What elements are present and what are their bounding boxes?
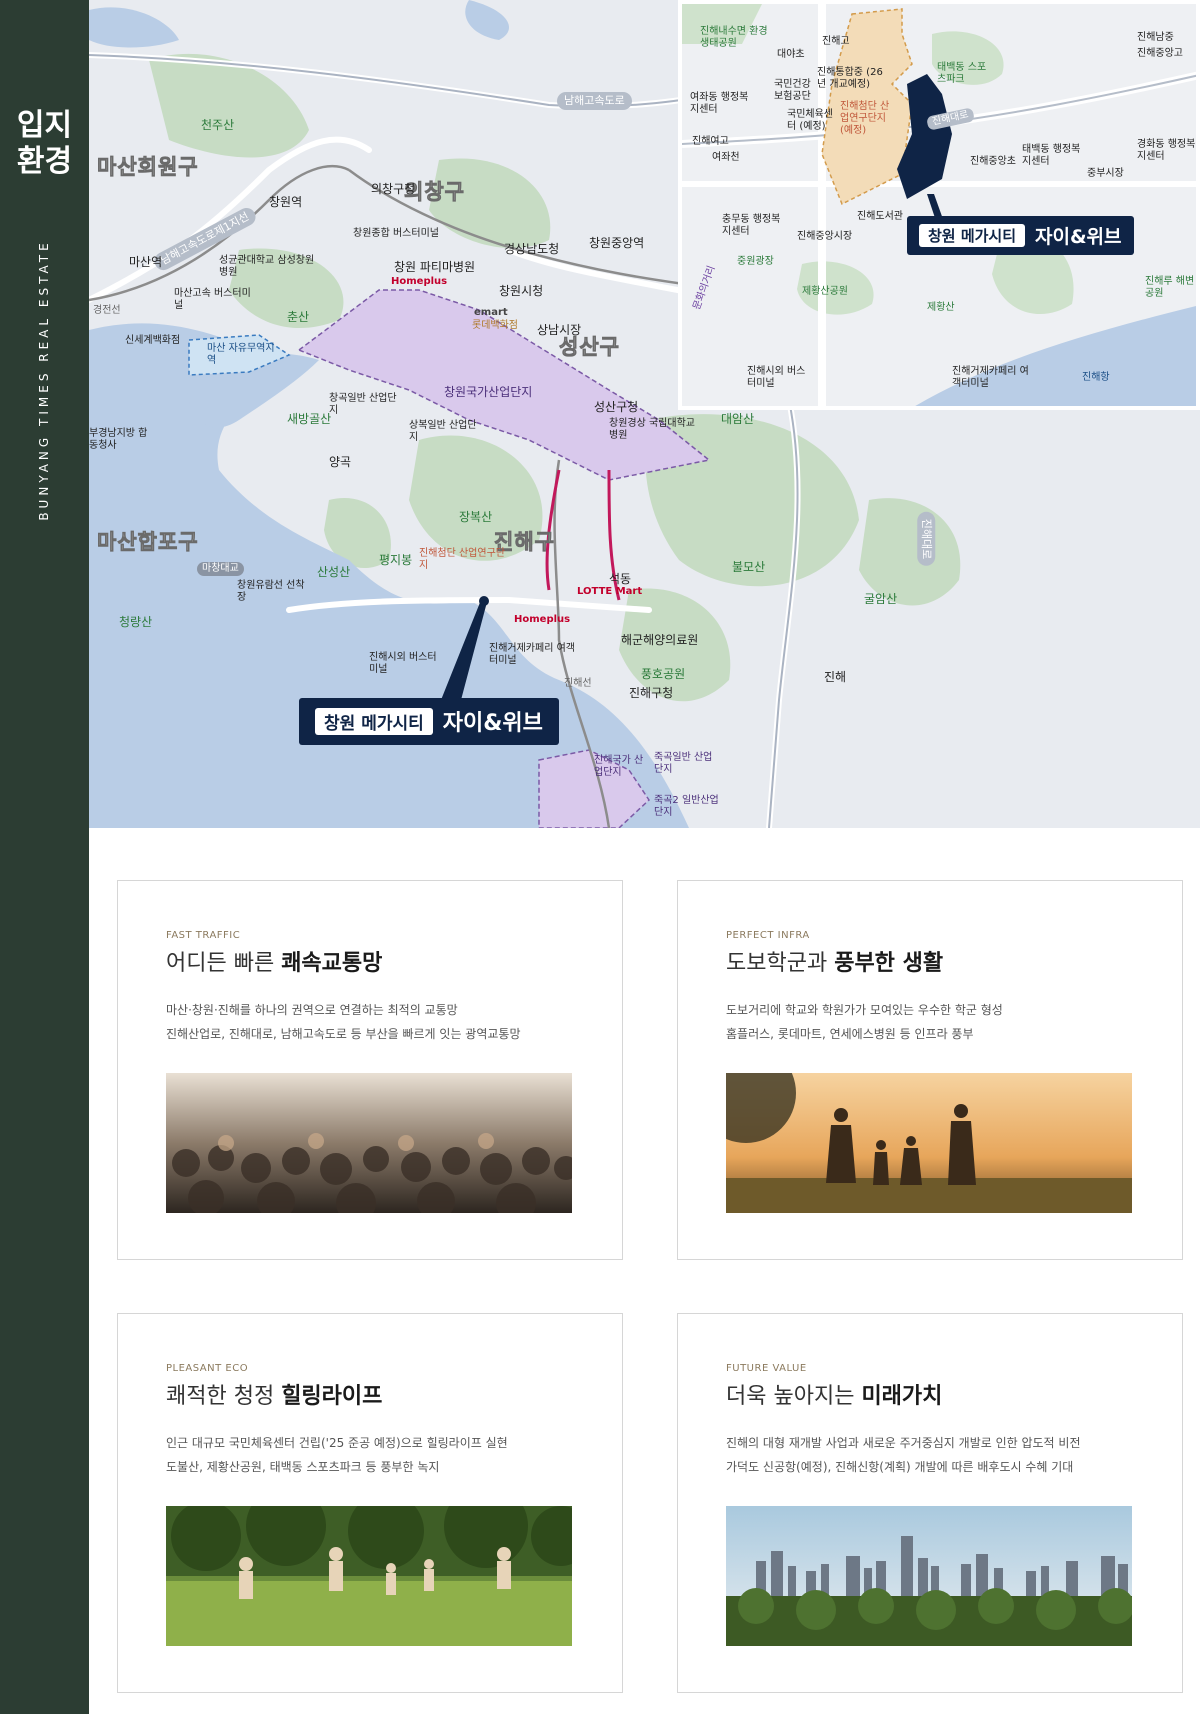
- inset-place-18: 진해중앙시장: [797, 231, 853, 242]
- page-title: 입지 환경: [0, 108, 89, 180]
- inset-callout-name: 자이&위브: [1035, 226, 1122, 248]
- card-eyebrow: PERFECT INFRA: [726, 930, 810, 941]
- inset-place-5: 여좌동 행정복지센터: [690, 92, 749, 115]
- card-heading-bold: 쾌속교통망: [281, 951, 383, 976]
- family-photo: [726, 1073, 1132, 1213]
- vertical-brand-text: BUNYANG TIMES REAL ESTATE: [37, 239, 51, 521]
- inset-place-17: 충무동 행정복지센터: [722, 214, 781, 237]
- callout-chip: 창원 메가시티: [315, 707, 433, 735]
- inset-map: 진해내수면 환경생태공원 진해고 대야초 국민건강 보험공단 진해통합중 (26…: [678, 0, 1200, 410]
- location-map: 남해고속도로 남해고속도로제1지선 진해대로 마산회원구 의창구 성산구 마산합…: [89, 0, 1200, 828]
- card-heading-light: 도보학군과: [726, 951, 835, 976]
- title-line-1: 입지: [16, 108, 73, 143]
- card-heading-light: 더욱 높아지는: [726, 1384, 862, 1409]
- card-desc-1: 인근 대규모 국민체육센터 건립('25 준공 예정)으로 힐링라이프 실현: [166, 1436, 508, 1450]
- inset-place-1: 진해고: [822, 36, 850, 47]
- feature-card-infra: PERFECT INFRA 도보학군과 풍부한 생활 도보거리에 학교와 학원가…: [677, 880, 1183, 1260]
- callout-name: 자이&위브: [442, 711, 543, 736]
- inset-place-15: 중부시장: [1087, 168, 1124, 179]
- inset-place-6: 국민체육센터 (예정): [787, 109, 833, 132]
- card-desc-1: 진해의 대형 재개발 사업과 새로운 주거중심지 개발로 인한 압도적 비전: [726, 1436, 1081, 1450]
- card-heading-bold: 힐링라이프: [281, 1384, 383, 1409]
- card-desc-2: 가덕도 신공항(예정), 진해신항(계획) 개발에 따른 배후도시 수혜 기대: [726, 1460, 1074, 1474]
- crowd-photo: [166, 1073, 572, 1213]
- inset-place-10: 태백동 스포츠파크: [937, 62, 987, 85]
- inset-place-19: 진해도서관: [857, 211, 903, 222]
- card-heading-light: 어디든 빠른: [166, 951, 282, 976]
- city-skyline-photo: [726, 1506, 1132, 1646]
- inset-place-16: 경화동 행정복지센터: [1137, 139, 1196, 162]
- card-heading: 도보학군과 풍부한 생활: [726, 945, 943, 977]
- feature-card-eco: PLEASANT ECO 쾌적한 청정 힐링라이프 인근 대규모 국민체육센터 …: [117, 1313, 623, 1693]
- inset-callout-chip: 창원 메가시티: [919, 224, 1026, 247]
- inset-place-8: 진해여고: [692, 136, 729, 147]
- card-desc-2: 홈플러스, 롯데마트, 연세에스병원 등 인프라 풍부: [726, 1027, 974, 1041]
- inset-place-14: 태백동 행정복지센터: [1022, 144, 1081, 167]
- inset-place-24: 진해시외 버스터미널: [747, 366, 806, 389]
- inset-place-0: 진해내수면 환경생태공원: [700, 26, 768, 49]
- inset-place-13: 진해중앙초: [970, 156, 1016, 167]
- site-callout: 창원 메가시티 자이&위브: [299, 698, 559, 745]
- inset-place-20: 중원광장: [737, 256, 774, 267]
- card-eyebrow: FAST TRAFFIC: [166, 930, 241, 941]
- inset-place-23: 진해루 해변공원: [1145, 276, 1195, 299]
- card-heading-light: 쾌적한 청정: [166, 1384, 282, 1409]
- inset-place-9: 여좌천: [712, 152, 740, 163]
- card-desc-1: 마산·창원·진해를 하나의 권역으로 연결하는 최적의 교통망: [166, 1003, 458, 1017]
- feature-card-traffic: FAST TRAFFIC 어디든 빠른 쾌속교통망 마산·창원·진해를 하나의 …: [117, 880, 623, 1260]
- kids-playing-photo: [166, 1506, 572, 1646]
- card-heading: 쾌적한 청정 힐링라이프: [166, 1378, 382, 1410]
- inset-place-7: 진해첨단 산업연구단지 (예정): [840, 101, 890, 136]
- inset-place-22: 제황산: [927, 302, 955, 313]
- inset-place-11: 진해중앙고: [1137, 48, 1183, 59]
- inset-place-25: 진해거제카페리 여객터미널: [952, 366, 1029, 389]
- inset-place-21: 제황산공원: [802, 286, 848, 297]
- feature-card-future: FUTURE VALUE 더욱 높아지는 미래가치 진해의 대형 재개발 사업과…: [677, 1313, 1183, 1693]
- inset-place-12: 진해남중: [1137, 32, 1174, 43]
- sidebar: 입지 환경 BUNYANG TIMES REAL ESTATE: [0, 0, 89, 1714]
- card-eyebrow: PLEASANT ECO: [166, 1363, 249, 1374]
- inset-place-4: 진해통합중 (26년 개교예정): [817, 67, 883, 90]
- card-desc-1: 도보거리에 학교와 학원가가 모여있는 우수한 학군 형성: [726, 1003, 1003, 1017]
- inset-place-2: 대야초: [777, 49, 805, 60]
- inset-place-26: 진해항: [1082, 372, 1110, 383]
- inset-callout: 창원 메가시티 자이&위브: [907, 216, 1134, 255]
- card-eyebrow: FUTURE VALUE: [726, 1363, 807, 1374]
- card-heading: 어디든 빠른 쾌속교통망: [166, 945, 382, 977]
- card-desc-2: 도불산, 제황산공원, 태백동 스포츠파크 등 풍부한 녹지: [166, 1460, 440, 1474]
- inset-place-3: 국민건강 보험공단: [774, 79, 811, 102]
- title-line-2: 환경: [16, 144, 73, 179]
- card-heading: 더욱 높아지는 미래가치: [726, 1378, 942, 1410]
- card-heading-bold: 풍부한 생활: [834, 951, 944, 976]
- card-heading-bold: 미래가치: [861, 1384, 943, 1409]
- card-desc-2: 진해산업로, 진해대로, 남해고속도로 등 부산을 빠르게 잇는 광역교통망: [166, 1027, 521, 1041]
